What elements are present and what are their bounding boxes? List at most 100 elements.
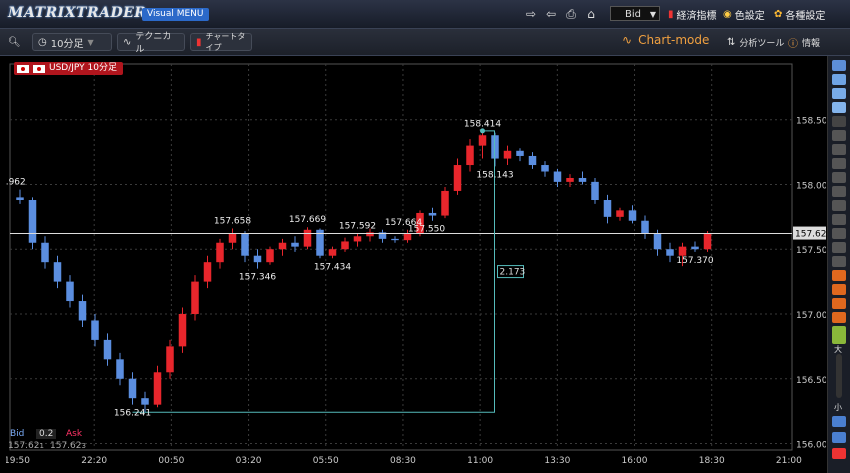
green-tool-icon[interactable] bbox=[832, 326, 846, 344]
price-tick-label: 156.000 bbox=[796, 441, 826, 451]
line-tool-icon[interactable] bbox=[832, 158, 846, 169]
candle-body bbox=[391, 238, 399, 241]
cycle-tool-icon[interactable] bbox=[832, 256, 846, 267]
price-annotation: 57.962 bbox=[6, 178, 26, 188]
price-type-select[interactable]: Bid ▼ bbox=[610, 6, 660, 21]
chart-toolbar: 🔍︎ ◷ 10分足 ▼ ∿ テクニカル ▮ チャートタイプ ⇅ 分析ツール ⓘ … bbox=[0, 29, 850, 56]
orange-tool-2-icon[interactable] bbox=[832, 284, 846, 295]
candle-body bbox=[353, 236, 362, 242]
candle-body bbox=[153, 372, 162, 405]
candle-body bbox=[578, 177, 587, 182]
technical-label: テクニカル bbox=[135, 32, 172, 55]
vline-tool-icon[interactable] bbox=[832, 214, 846, 225]
pitchfork-tool-icon[interactable] bbox=[832, 242, 846, 253]
candle-body bbox=[703, 233, 712, 250]
crosshair-tool-icon[interactable] bbox=[832, 74, 846, 85]
pointer-tool-icon[interactable] bbox=[832, 144, 846, 155]
economic-indicators-button[interactable]: ▮ 経済指標 bbox=[668, 6, 717, 22]
settings-button[interactable]: ✿ 各種設定 bbox=[774, 6, 825, 22]
price-annotation: 157.669 bbox=[289, 215, 326, 225]
home-icon[interactable]: ⌂ bbox=[582, 6, 600, 22]
candle-body bbox=[278, 242, 287, 250]
candle-body bbox=[603, 200, 612, 217]
chart-type-button[interactable]: ▮ チャートタイプ bbox=[190, 32, 252, 52]
channel-tool-icon[interactable] bbox=[832, 186, 846, 197]
symbol-label: USD/JPY 10分足 bbox=[49, 63, 117, 73]
time-tick-label: 21:00 bbox=[776, 456, 802, 466]
clock-icon: ◷ bbox=[38, 36, 47, 48]
timeframe-value: 10分足 bbox=[50, 38, 84, 50]
window-list-icon[interactable] bbox=[832, 416, 846, 427]
layout-icon[interactable] bbox=[832, 432, 846, 443]
symbol-badge[interactable]: USD/JPY 10分足 bbox=[14, 62, 123, 75]
time-tick-label: 00:50 bbox=[158, 456, 184, 466]
hline-tool-icon[interactable] bbox=[832, 200, 846, 211]
import-icon[interactable]: ⇦ bbox=[542, 6, 560, 22]
timeframe-select[interactable]: ◷ 10分足 ▼ bbox=[32, 33, 112, 51]
bid-price-main: 157.62 bbox=[8, 441, 40, 451]
chevron-down-icon: ▼ bbox=[87, 37, 94, 47]
measure-label: 2.173 bbox=[500, 268, 526, 278]
zoom-icon[interactable]: 🔍︎ bbox=[8, 33, 21, 51]
candle-body bbox=[466, 145, 474, 166]
candle-body bbox=[616, 210, 624, 217]
ask-price: 157.623 bbox=[50, 441, 86, 451]
price-annotation: 158.414 bbox=[464, 119, 501, 129]
export-icon[interactable]: ⇨ bbox=[522, 6, 540, 22]
orange-tool-3-icon[interactable] bbox=[832, 298, 846, 309]
chart-mode-label: Chart-mode bbox=[638, 33, 710, 47]
reset-tool-icon[interactable] bbox=[832, 116, 846, 127]
candle-body bbox=[191, 281, 199, 314]
comment-tool-icon[interactable] bbox=[832, 88, 846, 99]
cursor-tool-icon[interactable] bbox=[832, 60, 846, 71]
settings-label: 各種設定 bbox=[785, 10, 826, 22]
time-tick-label: 05:50 bbox=[313, 456, 339, 466]
candle-body bbox=[116, 359, 124, 379]
candle-icon: ▮ bbox=[196, 36, 202, 48]
chevron-down-icon: ▼ bbox=[649, 10, 656, 19]
candle-body bbox=[516, 150, 524, 156]
candle-body bbox=[441, 190, 449, 216]
palette-icon: ◉ bbox=[723, 8, 732, 20]
price-chart[interactable]: 158.500 158.000 157.500 157.000 156.500 156.0… bbox=[6, 56, 826, 473]
candle-body bbox=[16, 197, 24, 201]
candle-body bbox=[103, 339, 112, 360]
print-icon[interactable]: ⎙ bbox=[562, 6, 580, 22]
chart-type-label: チャートタイプ bbox=[205, 32, 246, 52]
pulse-icon: ∿ bbox=[622, 33, 633, 47]
fibo-tool-icon[interactable] bbox=[832, 228, 846, 239]
plot-frame bbox=[9, 63, 793, 451]
candle-body bbox=[653, 233, 662, 250]
candle-body bbox=[628, 210, 637, 221]
color-settings-button[interactable]: ◉ 色設定 bbox=[723, 6, 765, 22]
drawing-toolbar: 大 小 bbox=[827, 56, 850, 473]
candle-body bbox=[266, 249, 274, 263]
zoom-small-icon: 小 bbox=[834, 403, 842, 412]
candle-body bbox=[41, 242, 49, 263]
zoom-slider[interactable] bbox=[836, 354, 842, 398]
price-annotation: 157.434 bbox=[314, 262, 351, 272]
window-tool-icon[interactable] bbox=[832, 102, 846, 113]
info-button[interactable]: ⓘ 情報 bbox=[788, 33, 820, 51]
close-chart-icon[interactable] bbox=[832, 448, 846, 459]
time-tick-label: 11:00 bbox=[467, 456, 493, 466]
price-annotation: 158.143 bbox=[476, 170, 513, 180]
time-tick-label: 08:30 bbox=[390, 456, 416, 466]
visual-menu-button[interactable]: Visual MENU bbox=[142, 8, 209, 21]
candle-body bbox=[641, 220, 649, 234]
technical-button[interactable]: ∿ テクニカル bbox=[117, 32, 185, 55]
bid-price: 157.621 bbox=[8, 441, 44, 451]
analysis-tools-button[interactable]: ⇅ 分析ツール bbox=[727, 33, 784, 51]
candle-body bbox=[203, 262, 212, 282]
color-settings-label: 色設定 bbox=[734, 10, 765, 22]
time-tick-label: 22:20 bbox=[81, 456, 107, 466]
arrow-tool-icon[interactable] bbox=[832, 130, 846, 141]
candle-body bbox=[91, 320, 99, 340]
orange-tool-1-icon[interactable] bbox=[832, 270, 846, 281]
candle-body bbox=[253, 255, 262, 263]
trendline-tool-icon[interactable] bbox=[832, 172, 846, 183]
orange-tool-4-icon[interactable] bbox=[832, 312, 846, 323]
candle-body bbox=[66, 281, 74, 302]
candle-body bbox=[566, 177, 574, 182]
time-tick-label: 19:50 bbox=[6, 456, 30, 466]
